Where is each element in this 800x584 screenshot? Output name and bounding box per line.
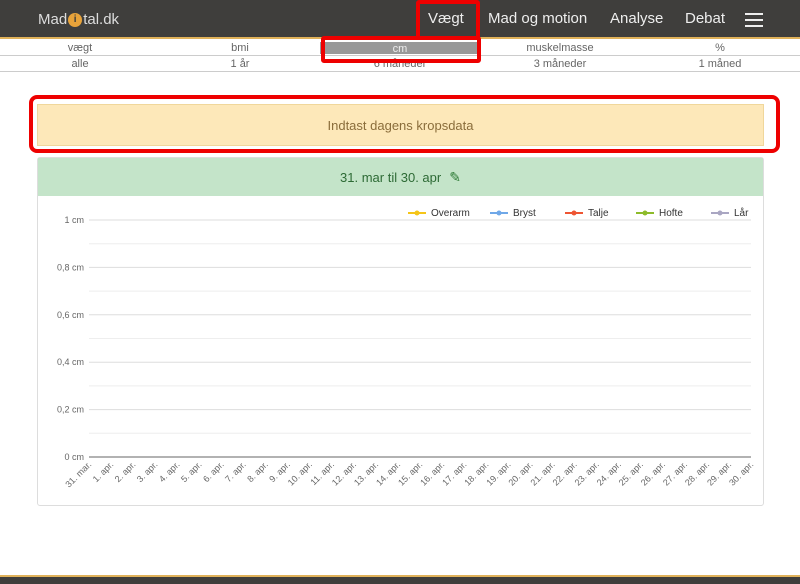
x-tick-label: 31. mar. (63, 459, 93, 489)
chart-card: 31. mar til 30. apr ✎ 0 cm 0,2 cm 0,4 cm 0,6… (37, 157, 800, 506)
logo-text: Mad (38, 11, 68, 28)
legend-marker (642, 210, 648, 216)
metric-muskelmasse[interactable]: muskelmasse (480, 41, 640, 55)
y-tick-label: 1 cm (64, 215, 84, 225)
legend-label: Bryst (513, 208, 536, 219)
x-tick-label: 2. apr. (113, 459, 138, 484)
x-tick-label: 10. apr. (286, 459, 314, 487)
x-tick-label: 1. apr. (91, 459, 116, 484)
legend-marker (571, 210, 577, 216)
edit-icon[interactable]: ✎ (449, 158, 461, 196)
y-tick-label: 0,2 cm (57, 405, 84, 415)
metric-vaegt[interactable]: vægt (0, 41, 160, 55)
top-navbar: Mad i tal.dk Vægt Mad og motion Analyse De… (0, 0, 800, 39)
period-1-maaned[interactable]: 1 måned (640, 57, 800, 71)
x-tick-label: 7. apr. (223, 459, 248, 484)
footer-bar (0, 575, 800, 584)
date-range-title: 31. mar til 30. apr (340, 170, 442, 185)
legend-label: Lår (734, 207, 749, 219)
x-tick-label: 30. apr. (727, 459, 755, 487)
period-3-maaneder[interactable]: 3 måneder (480, 57, 640, 71)
y-tick-label: 0 cm (64, 452, 84, 462)
legend-marker (414, 210, 420, 216)
info-logo-icon: i (68, 12, 83, 27)
x-tick-label: 3. apr. (135, 459, 160, 484)
nav-mad-og-motion[interactable]: Mad og motion (488, 10, 587, 27)
x-tick-label: 6. apr. (201, 459, 226, 484)
period-alle[interactable]: alle (0, 57, 160, 71)
x-tick-label: 8. apr. (245, 459, 270, 484)
x-tick-label: 5. apr. (179, 459, 204, 484)
logo-text-suffix: tal.dk (83, 11, 120, 28)
highlight-annotation (321, 36, 481, 63)
y-tick-label: 0,4 cm (57, 357, 84, 367)
logo[interactable]: Mad i tal.dk (38, 11, 119, 28)
legend-marker (717, 210, 723, 216)
period-1-aar[interactable]: 1 år (160, 57, 320, 71)
legend-label: Hofte (659, 208, 683, 219)
legend-label: Talje (588, 208, 609, 219)
y-tick-label: 0,8 cm (57, 262, 84, 272)
card-header: 31. mar til 30. apr ✎ (38, 158, 763, 196)
nav-debat[interactable]: Debat (685, 10, 725, 27)
x-tick-label: 4. apr. (157, 459, 182, 484)
chart: 0 cm 0,2 cm 0,4 cm 0,6 cm 0,8 cm 1 cm 31. mar.… (57, 207, 800, 489)
highlight-annotation (29, 95, 780, 153)
legend-label: Overarm (431, 208, 470, 219)
metric-percent[interactable]: % (640, 41, 800, 55)
hamburger-icon[interactable] (745, 13, 763, 31)
nav-analyse[interactable]: Analyse (610, 10, 663, 27)
highlight-annotation (416, 0, 480, 40)
metric-bmi[interactable]: bmi (160, 41, 320, 55)
y-tick-label: 0,6 cm (57, 310, 84, 320)
legend-marker (496, 210, 502, 216)
